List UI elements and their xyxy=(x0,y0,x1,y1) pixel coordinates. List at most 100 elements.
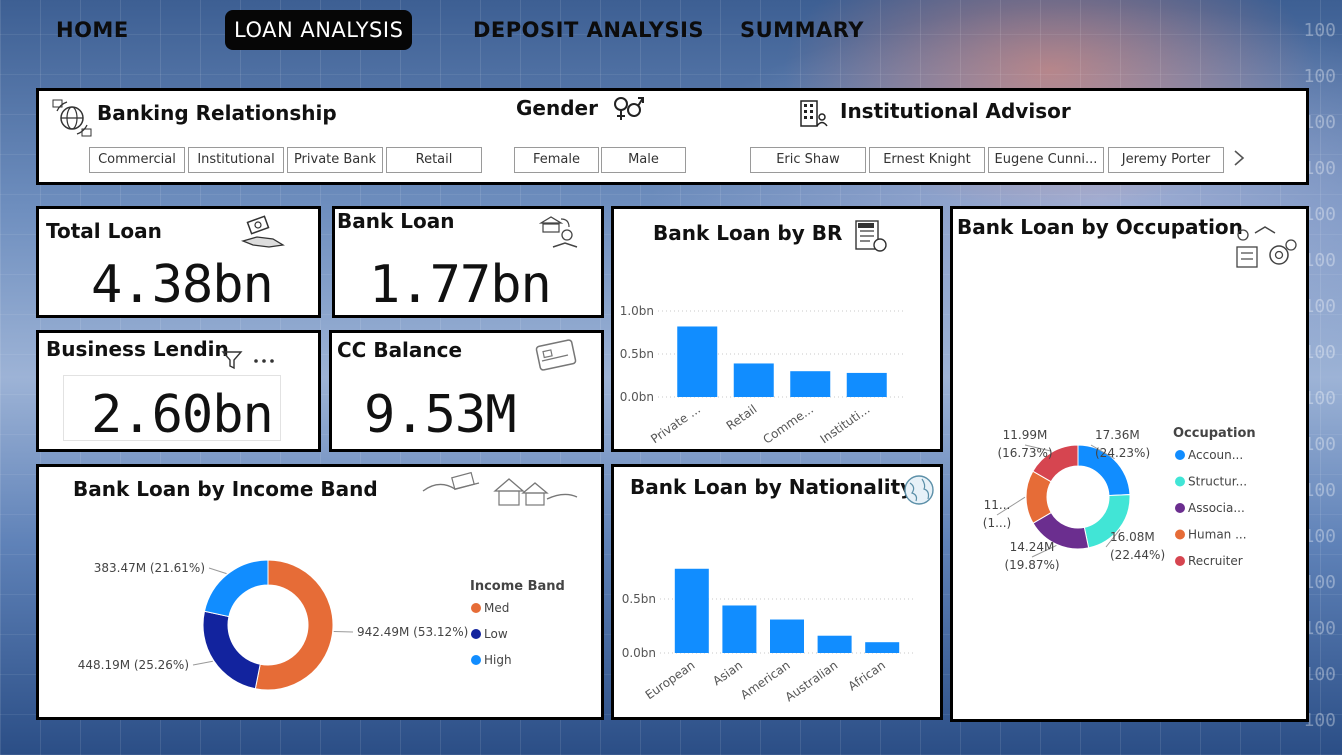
data-label: 448.19M (25.26%) xyxy=(78,658,189,672)
kpi-card-bank-loan: Bank Loan 1.77bn xyxy=(332,206,604,318)
data-label: 383.47M (21.61%) xyxy=(94,561,205,575)
data-label-percent: (19.87%) xyxy=(1004,558,1059,572)
bar[interactable] xyxy=(674,568,709,653)
chart-card-bank-loan-by-nationality: Bank Loan by Nationality 0.5bn 0.0bn Europ… xyxy=(611,464,943,720)
bank-loan-by-br-chart: 1.0bn 0.5bn 0.0bnPrivate ... Retail Comme...… xyxy=(620,304,906,447)
donut-slice[interactable] xyxy=(203,559,269,618)
data-label: 942.49M (53.12%) xyxy=(357,625,468,639)
chevron-right-icon[interactable] xyxy=(1232,148,1246,173)
slicer-option-private-bank[interactable]: Private Bank xyxy=(287,147,383,173)
legend-title: Occupation xyxy=(1173,426,1256,441)
x-tick-label: Comme... xyxy=(760,402,815,447)
nav-home[interactable]: HOME xyxy=(56,10,129,50)
filter-icon[interactable] xyxy=(221,349,243,375)
building-advisor-icon xyxy=(795,95,829,133)
chart-card-bank-loan-by-br: Bank Loan by BR 1.0bn 0.5bn 0.0bn Private .… xyxy=(611,206,943,452)
y-tick-label: 1.0bn xyxy=(620,304,654,318)
y-tick-label: 0.5bn xyxy=(620,347,654,361)
slicer-title-gender: Gender xyxy=(516,96,598,120)
bank-hand-icon xyxy=(538,213,581,257)
banking-network-icon xyxy=(51,97,93,143)
bar[interactable] xyxy=(677,326,718,397)
bar[interactable] xyxy=(790,371,831,397)
x-tick-label: Asian xyxy=(710,658,745,688)
nav-summary[interactable]: SUMMARY xyxy=(740,10,864,50)
bar[interactable] xyxy=(817,635,852,653)
gender-symbols-icon xyxy=(610,93,646,127)
y-tick-label: 0.0bn xyxy=(622,646,656,660)
legend-item[interactable]: Structur... xyxy=(1188,475,1247,489)
slicer-option-jeremy-porter[interactable]: Jeremy Porter xyxy=(1108,147,1224,173)
more-options-icon[interactable] xyxy=(251,349,277,375)
legend-marker xyxy=(471,629,481,639)
chart-title-bank-loan-by-income-band: Bank Loan by Income Band xyxy=(73,477,378,501)
kpi-title-bank-loan: Bank Loan xyxy=(337,209,455,233)
top-navigation: HOME LOAN ANALYSIS DEPOSIT ANALYSIS SUMM… xyxy=(0,0,1342,62)
donut-slice[interactable] xyxy=(202,610,261,690)
slicer-option-male[interactable]: Male xyxy=(601,147,686,173)
legend-item[interactable]: Accoun... xyxy=(1188,448,1243,462)
background-number: 100 xyxy=(1303,66,1336,87)
x-tick-label: Retail xyxy=(724,402,760,433)
slicer-option-commercial[interactable]: Commercial xyxy=(89,147,185,173)
bar[interactable] xyxy=(722,605,757,653)
money-houses-illustration-icon xyxy=(419,469,579,513)
data-label-value: 16.08M xyxy=(1110,530,1155,544)
y-tick-label: 0.0bn xyxy=(620,390,654,404)
slicer-option-female[interactable]: Female xyxy=(514,147,599,173)
slicer-option-ernest-knight[interactable]: Ernest Knight xyxy=(869,147,985,173)
legend-item[interactable]: Human ... xyxy=(1188,528,1247,542)
x-tick-label: Australian xyxy=(783,658,841,704)
chart-title-bank-loan-by-occupation: Bank Loan by Occupation xyxy=(957,215,1243,239)
legend-marker xyxy=(1175,556,1185,566)
kpi-title-total-loan: Total Loan xyxy=(46,219,162,243)
kpi-card-business-lending: Business Lendin 2.60bn xyxy=(36,330,321,452)
legend-marker xyxy=(1175,476,1185,487)
leader-line xyxy=(208,567,227,575)
bank-loan-by-nationality-chart: 0.5bn0.0bnEuropean AsianAmericanAustralia… xyxy=(622,568,914,704)
data-label-value: 14.24M xyxy=(1010,540,1055,554)
legend-item[interactable]: Associa... xyxy=(1188,501,1245,515)
slicer-title-banking-relationship: Banking Relationship xyxy=(97,101,337,125)
loan-document-icon xyxy=(852,217,890,259)
kpi-title-cc-balance: CC Balance xyxy=(337,338,463,362)
kpi-value-business-lending: 2.60bn xyxy=(91,385,274,445)
slicer-option-eric-shaw[interactable]: Eric Shaw xyxy=(750,147,866,173)
slicer-option-institutional[interactable]: Institutional xyxy=(188,147,284,173)
legend-marker xyxy=(471,655,481,665)
bank-loan-by-occupation-chart: 17.36M (24.23%) 16.08M (22.44%) 14.24M (19.87… xyxy=(983,426,1256,572)
chart-card-bank-loan-by-occupation: Bank Loan by Occupation 17.36M (24.23%) 16… xyxy=(950,206,1309,722)
legend-item[interactable]: High xyxy=(484,653,512,667)
legend-item[interactable]: Low xyxy=(484,627,508,641)
slicer-option-retail[interactable]: Retail xyxy=(386,147,482,173)
bar[interactable] xyxy=(770,619,804,653)
x-tick-label: Instituti... xyxy=(818,402,873,446)
legend-item[interactable]: Med xyxy=(484,601,509,615)
slicer-option-eugene-cunni[interactable]: Eugene Cunni... xyxy=(988,147,1104,173)
kpi-value-bank-loan: 1.77bn xyxy=(369,255,552,315)
bar[interactable] xyxy=(846,372,887,397)
legend-marker xyxy=(471,603,481,613)
hand-money-icon xyxy=(239,215,287,255)
x-tick-label: African xyxy=(846,658,888,693)
legend-marker xyxy=(1175,450,1185,460)
leader-line xyxy=(333,630,354,633)
data-label-percent: (22.44%) xyxy=(1110,548,1165,562)
data-label-value: 11.99M xyxy=(1003,428,1048,442)
y-tick-label: 0.5bn xyxy=(622,592,656,606)
globe-icon xyxy=(902,473,936,511)
legend-item[interactable]: Recruiter xyxy=(1188,554,1243,568)
x-tick-label: European xyxy=(643,658,698,702)
kpi-value-total-loan: 4.38bn xyxy=(91,255,274,315)
legend-marker xyxy=(1175,529,1185,540)
slicer-title-institutional-advisor: Institutional Advisor xyxy=(840,99,1071,123)
bar[interactable] xyxy=(733,363,774,397)
chart-title-bank-loan-by-nationality: Bank Loan by Nationality xyxy=(630,475,914,499)
chart-title-bank-loan-by-br: Bank Loan by BR xyxy=(653,221,843,245)
legend-marker xyxy=(1175,503,1185,513)
data-label-percent: (24.23%) xyxy=(1095,446,1150,460)
nav-deposit-analysis[interactable]: DEPOSIT ANALYSIS xyxy=(473,10,704,50)
legend-title: Income Band xyxy=(470,579,565,594)
nav-loan-analysis[interactable]: LOAN ANALYSIS xyxy=(225,10,413,50)
bar[interactable] xyxy=(865,642,900,653)
